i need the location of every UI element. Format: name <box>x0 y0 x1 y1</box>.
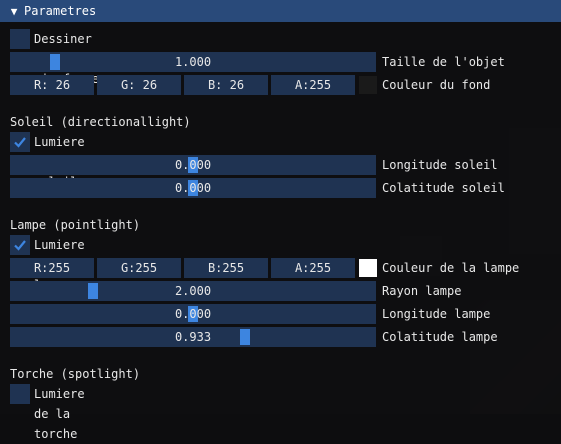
sun-enable-checkbox[interactable] <box>10 132 30 152</box>
slider-value: 0.000 <box>174 181 212 195</box>
lamp-color-b-field[interactable]: B:255 <box>184 258 268 278</box>
object-size-label: Taille de l'objet <box>382 55 505 69</box>
bg-color-r-field[interactable]: R: 26 <box>10 75 94 95</box>
slider-value: 0.000 <box>174 307 212 321</box>
lamp-color-swatch[interactable] <box>359 259 377 277</box>
sun-colatitude-slider[interactable]: 0.000 <box>10 178 376 198</box>
torch-section-heading: Torche (spotlight) <box>10 367 141 381</box>
lamp-color-r-field[interactable]: R:255 <box>10 258 94 278</box>
slider-value: 0.933 <box>174 330 212 344</box>
bg-color-a-field[interactable]: A:255 <box>271 75 355 95</box>
slider-value: 2.000 <box>174 284 212 298</box>
object-size-slider[interactable]: 1.000 <box>10 52 376 72</box>
window-titlebar[interactable]: ▼ Parametres <box>0 0 561 22</box>
checkmark-icon <box>14 137 26 148</box>
slider-value: 1.000 <box>174 55 212 69</box>
lamp-colatitude-label: Colatitude lampe <box>382 330 498 344</box>
collapse-arrow-icon[interactable]: ▼ <box>8 5 20 18</box>
lamp-section-heading: Lampe (pointlight) <box>10 218 141 232</box>
bg-color-swatch[interactable] <box>359 76 377 94</box>
bg-color-b-field[interactable]: B: 26 <box>184 75 268 95</box>
torch-enable-label: Lumiere de la torche <box>34 387 85 441</box>
bg-color-label: Couleur du fond <box>382 78 491 92</box>
checkmark-icon <box>14 240 26 251</box>
lamp-color-g-field[interactable]: G:255 <box>97 258 181 278</box>
lamp-longitude-slider[interactable]: 0.000 <box>10 304 376 324</box>
window-title: Parametres <box>24 4 97 18</box>
lamp-enable-checkbox[interactable] <box>10 235 30 255</box>
sun-section-heading: Soleil (directionallight) <box>10 115 191 129</box>
lamp-radius-slider[interactable]: 2.000 <box>10 281 376 301</box>
sun-longitude-slider[interactable]: 0.000 <box>10 155 376 175</box>
lamp-longitude-label: Longitude lampe <box>382 307 491 321</box>
lamp-color-label: Couleur de la lampe <box>382 261 520 275</box>
slider-value: 0.000 <box>174 158 212 172</box>
sun-colatitude-label: Colatitude soleil <box>382 181 505 195</box>
lamp-color-a-field[interactable]: A:255 <box>271 258 355 278</box>
lamp-radius-label: Rayon lampe <box>382 284 462 298</box>
sun-longitude-label: Longitude soleil <box>382 158 498 172</box>
torch-enable-checkbox[interactable] <box>10 384 30 404</box>
bg-color-g-field[interactable]: G: 26 <box>97 75 181 95</box>
parametres-window: ▼ Parametres Dessiner en wireframe 1.000… <box>0 0 561 441</box>
lamp-colatitude-slider[interactable]: 0.933 <box>10 327 376 347</box>
wireframe-checkbox[interactable] <box>10 29 30 49</box>
